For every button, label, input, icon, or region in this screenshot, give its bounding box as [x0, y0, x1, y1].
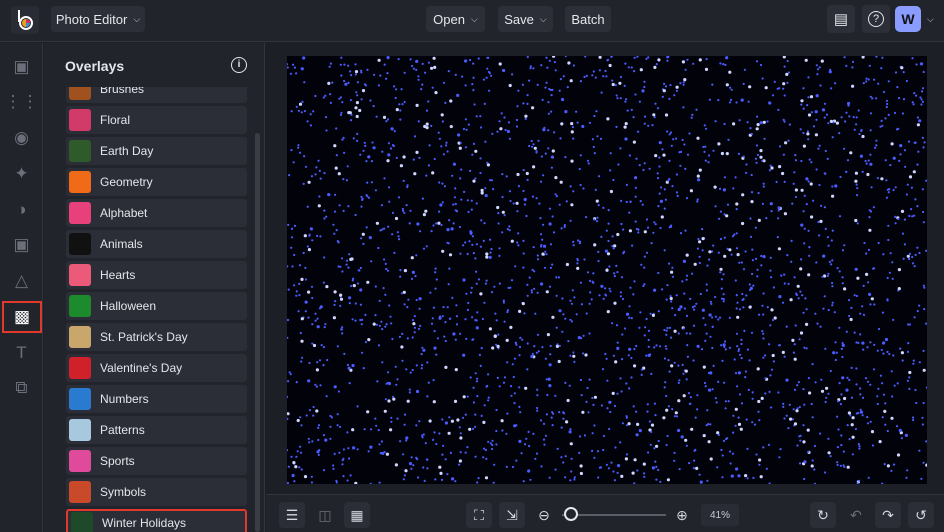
- overlay-label: Animals: [100, 237, 143, 251]
- overlay-thumbnail: [69, 140, 91, 162]
- overlay-label: Numbers: [100, 392, 149, 406]
- top-bar: Photo Editor ⌵ Open ⌵ Save ⌵ Batch ▤ ? W ⌵: [0, 0, 944, 42]
- comments-button[interactable]: ▤: [827, 5, 855, 33]
- actual-size-icon[interactable]: ⇲: [499, 502, 525, 528]
- overlay-item[interactable]: Patterns: [66, 416, 247, 444]
- save-button[interactable]: Save ⌵: [498, 6, 553, 32]
- overlay-list: Brushes Floral Earth Day Geometry Alphabet An…: [66, 87, 248, 532]
- overlay-item[interactable]: Brushes: [66, 87, 247, 103]
- zoom-out-icon[interactable]: ⊖: [531, 502, 557, 528]
- overlay-thumbnail: [69, 87, 91, 100]
- batch-label: Batch: [571, 11, 605, 27]
- crop-compare-icon[interactable]: ◫: [312, 502, 338, 528]
- frame-icon[interactable]: ▣: [6, 230, 37, 260]
- app-menu-label: Photo Editor: [55, 11, 128, 27]
- overlay-label: Halloween: [100, 299, 157, 313]
- overlay-item[interactable]: Earth Day: [66, 137, 247, 165]
- layers-icon[interactable]: ☰: [279, 502, 305, 528]
- overlay-item[interactable]: St. Patrick's Day: [66, 323, 247, 351]
- chevron-down-icon: ⌵: [133, 13, 141, 24]
- overlay-label: St. Patrick's Day: [100, 330, 188, 344]
- scrollbar[interactable]: [255, 133, 260, 532]
- overlay-label: Symbols: [100, 485, 147, 499]
- overlay-label: Sports: [100, 454, 135, 468]
- overlay-item[interactable]: Sports: [66, 447, 247, 475]
- zoom-in-icon[interactable]: ⊕: [669, 502, 695, 528]
- help-button[interactable]: ?: [862, 5, 890, 33]
- overlay-thumbnail: [69, 233, 91, 255]
- overlay-thumbnail: [69, 264, 91, 286]
- avatar[interactable]: W: [895, 6, 921, 32]
- overlay-item[interactable]: Numbers: [66, 385, 247, 413]
- image-icon[interactable]: ▣: [6, 52, 37, 82]
- adjustments-icon[interactable]: ⋮⋮: [5, 87, 39, 117]
- overlay-item[interactable]: Hearts: [66, 261, 247, 289]
- overlay-label: Winter Holidays: [102, 516, 187, 530]
- overlay-item[interactable]: Geometry: [66, 168, 247, 196]
- overlay-thumbnail: [69, 171, 91, 193]
- help-icon: ?: [868, 11, 884, 27]
- logo-icon: [18, 10, 33, 30]
- overlay-label: Patterns: [100, 423, 145, 437]
- zoom-level[interactable]: 41%: [701, 504, 739, 526]
- effects-icon[interactable]: ✦: [6, 159, 37, 189]
- overlay-item[interactable]: Animals: [66, 230, 247, 258]
- open-label: Open: [433, 11, 465, 27]
- open-button[interactable]: Open ⌵: [426, 6, 485, 32]
- graphics-icon[interactable]: △: [6, 266, 37, 296]
- bottom-toolbar: ☰ ◫ ▦ ⛶ ⇲ ⊖ ⊕ 41% ↻ ↶ ↷ ↺: [266, 494, 944, 532]
- overlay-item[interactable]: Symbols: [66, 478, 247, 506]
- history-icon[interactable]: ↺: [908, 502, 934, 528]
- overlay-thumbnail: [69, 109, 91, 131]
- overlay-thumbnail: [69, 388, 91, 410]
- reset-icon[interactable]: ↻: [810, 502, 836, 528]
- overlay-label: Brushes: [100, 87, 145, 96]
- overlay-item[interactable]: Alphabet: [66, 199, 247, 227]
- info-icon[interactable]: i: [231, 57, 247, 73]
- overlay-item[interactable]: Valentine's Day: [66, 354, 247, 382]
- overlays-panel: Overlays i Brushes Floral Earth Day Geometr…: [44, 43, 265, 532]
- text-icon[interactable]: T: [6, 338, 37, 368]
- logo[interactable]: [11, 6, 39, 34]
- redo-icon[interactable]: ↷: [875, 502, 901, 528]
- overlay-label: Floral: [100, 113, 131, 127]
- palette-icon[interactable]: ◑: [6, 195, 37, 225]
- overlay-label: Valentine's Day: [100, 361, 183, 375]
- photo-canvas[interactable]: [285, 54, 929, 485]
- chevron-down-icon: ⌵: [539, 13, 547, 24]
- overlay-thumbnail: [69, 419, 91, 441]
- photo-image: [285, 54, 929, 485]
- overlay-thumbnail: [69, 202, 91, 224]
- overlay-label: Alphabet: [100, 206, 148, 220]
- batch-button[interactable]: Batch: [565, 6, 611, 32]
- overlay-thumbnail: [69, 450, 91, 472]
- overlay-label: Hearts: [100, 268, 136, 282]
- overlay-thumbnail: [69, 481, 91, 503]
- overlay-thumbnail: [71, 512, 93, 532]
- overlay-item[interactable]: Floral: [66, 106, 247, 134]
- overlay-item[interactable]: Winter Holidays: [66, 509, 247, 532]
- overlay-item[interactable]: Halloween: [66, 292, 247, 320]
- avatar-initial: W: [901, 11, 915, 27]
- fit-screen-icon[interactable]: ⛶: [466, 502, 492, 528]
- tool-rail: ▣ ⋮⋮ ◉ ✦ ◑ ▣ △ ▩ T ⧉: [0, 43, 43, 532]
- undo-icon[interactable]: ↶: [843, 502, 869, 528]
- zoom-slider-handle[interactable]: [564, 507, 578, 521]
- eye-icon[interactable]: ◉: [6, 123, 37, 153]
- comment-icon: ▤: [833, 11, 849, 28]
- layers-icon[interactable]: ⧉: [6, 373, 37, 403]
- account-chevron-icon[interactable]: ⌵: [927, 14, 934, 25]
- panel-title: Overlays: [65, 58, 125, 74]
- grid-icon[interactable]: ▦: [344, 502, 370, 528]
- overlay-label: Earth Day: [100, 144, 154, 158]
- overlay-thumbnail: [69, 357, 91, 379]
- app-menu-button[interactable]: Photo Editor ⌵: [51, 6, 145, 32]
- overlay-label: Geometry: [100, 175, 153, 189]
- overlays-icon[interactable]: ▩: [2, 301, 42, 333]
- save-label: Save: [504, 11, 534, 27]
- overlay-thumbnail: [69, 295, 91, 317]
- overlay-thumbnail: [69, 326, 91, 348]
- chevron-down-icon: ⌵: [470, 13, 478, 24]
